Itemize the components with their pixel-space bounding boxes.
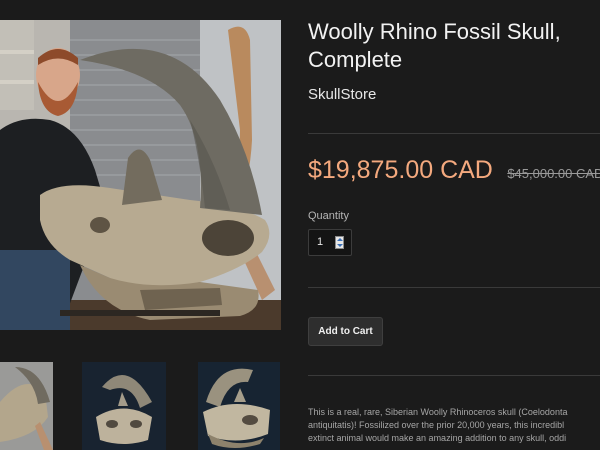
divider	[308, 375, 600, 376]
divider	[308, 287, 600, 288]
add-to-cart-button[interactable]: Add to Cart	[308, 317, 383, 346]
product-price: $19,875.00 CAD	[308, 156, 493, 184]
quantity-label: Quantity	[308, 210, 349, 222]
quantity-stepper[interactable]: 1	[308, 229, 352, 256]
description-line: This is a real, rare, Siberian Woolly Rh…	[308, 407, 568, 417]
main-product-image[interactable]	[0, 20, 281, 330]
spinner-arrows-icon[interactable]	[335, 236, 344, 249]
chevron-down-icon[interactable]	[337, 244, 343, 247]
vendor-link[interactable]: SkullStore	[308, 86, 376, 103]
thumbnail-image-3[interactable]	[198, 362, 280, 450]
compare-at-price: $45,000.00 CAD	[507, 166, 600, 181]
product-title: Woolly Rhino Fossil Skull, Complete	[308, 19, 561, 72]
description-line: antiquitatis)! Fossilized over the prior…	[308, 420, 565, 430]
chevron-up-icon[interactable]	[337, 238, 343, 241]
description-line: extinct animal would make an amazing add…	[308, 433, 567, 443]
thumbnail-image-2[interactable]	[82, 362, 166, 450]
product-description: This is a real, rare, Siberian Woolly Rh…	[308, 406, 600, 445]
thumbnail-image-1[interactable]	[0, 362, 53, 450]
price-row: $19,875.00 CAD $45,000.00 CAD	[308, 156, 600, 185]
quantity-value[interactable]: 1	[317, 236, 323, 248]
divider	[308, 133, 600, 134]
